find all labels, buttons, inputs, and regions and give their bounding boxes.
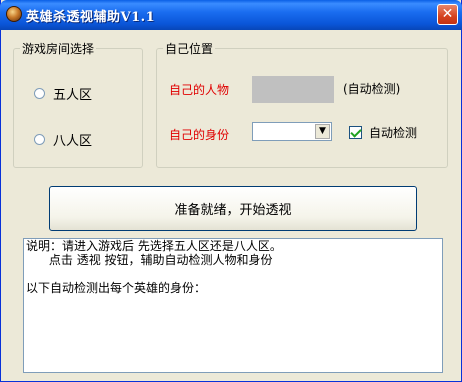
radio-five-player[interactable]: 五人区: [34, 84, 92, 103]
identity-label: 自己的身份: [169, 128, 230, 142]
room-selection-label: 游戏房间选择: [22, 42, 95, 56]
self-position-group: 自己位置: [156, 40, 448, 168]
window-title: 英雄杀透视辅助V1.1: [26, 10, 156, 25]
app-icon: [6, 6, 22, 22]
radio-eight-player-label: 八人区: [53, 134, 93, 149]
radio-circle-icon[interactable]: [34, 134, 45, 145]
radio-five-player-label: 五人区: [53, 88, 93, 103]
info-textarea[interactable]: 说明：请进入游戏后 先选择五人区还是八人区。 点击 透视 按钮，辅助自动检测人物…: [23, 238, 443, 373]
start-see-through-button[interactable]: 准备就绪，开始透视: [49, 186, 417, 231]
radio-eight-player[interactable]: 八人区: [34, 130, 92, 149]
character-label: 自己的人物: [169, 83, 230, 97]
info-line: 说明：请进入游戏后 先选择五人区还是八人区。: [26, 239, 282, 253]
close-button[interactable]: ✕: [437, 4, 458, 25]
info-line: 以下自动检测出每个英雄的身份：: [26, 281, 207, 295]
radio-circle-icon[interactable]: [34, 88, 45, 99]
title-bar[interactable]: 英雄杀透视辅助V1.1 ✕: [0, 0, 462, 30]
auto-detect-note: (自动检测): [343, 82, 401, 96]
auto-detect-checkbox[interactable]: 自动检测: [349, 124, 417, 141]
close-icon: ✕: [441, 6, 454, 22]
chevron-down-icon[interactable]: ▼: [315, 124, 330, 139]
main-window: 英雄杀透视辅助V1.1 ✕ 游戏房间选择 五人区 八人区 自己位置 自己的人物 …: [0, 0, 462, 382]
start-button-label: 准备就绪，开始透视: [174, 203, 292, 218]
self-position-label: 自己位置: [165, 42, 214, 56]
info-line: [26, 267, 440, 281]
identity-dropdown[interactable]: ▼: [252, 122, 332, 141]
checkbox-checked-icon[interactable]: [349, 126, 362, 139]
auto-detect-checkbox-label: 自动检测: [369, 126, 418, 140]
info-line: 点击 透视 按钮，辅助自动检测人物和身份: [26, 253, 273, 267]
character-display: [252, 76, 334, 103]
